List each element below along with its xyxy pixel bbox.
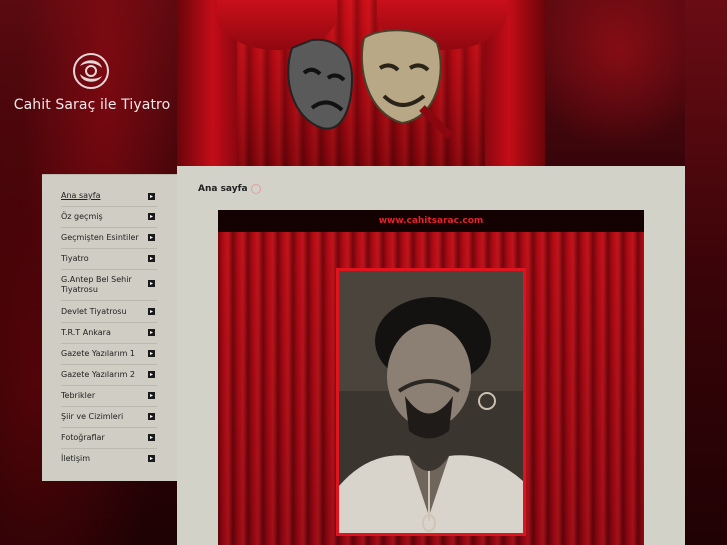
nav-item-iletisim[interactable]: İletişim xyxy=(61,454,157,464)
nav-item-label: Şiir ve Cizimleri xyxy=(61,412,124,421)
portrait-figure-icon xyxy=(339,271,523,533)
arrow-right-icon[interactable]: ▸ xyxy=(148,255,155,262)
nav-item-label: Fotoğraflar xyxy=(61,433,105,442)
nav-item-tebrikler[interactable]: Tebrikler xyxy=(61,391,157,401)
arrow-right-icon[interactable]: ▸ xyxy=(148,193,155,200)
hero-poster-image: www.cahitsarac.com xyxy=(218,210,644,545)
nav-item-tiyatro[interactable]: Tiyatro xyxy=(61,254,157,264)
nav-item-label: Devlet Tiyatrosu xyxy=(61,307,127,316)
background-right xyxy=(685,0,727,545)
arrow-right-icon[interactable]: ▸ xyxy=(148,392,155,399)
nav-item-label: Tebrikler xyxy=(61,391,96,400)
page-title: Ana sayfa xyxy=(198,184,248,194)
sidebar-nav: Ana sayfa ▸ Öz geçmiş ▸ Geçmişten Esinti… xyxy=(42,174,177,481)
arrow-right-icon[interactable]: ▸ xyxy=(148,308,155,315)
nav-item-label: Geçmişten Esintiler xyxy=(61,233,139,242)
nav-item-siir-ve-cizimleri[interactable]: Şiir ve Cizimleri xyxy=(61,412,157,422)
nav-item-gazete-yazilarim-1[interactable]: Gazete Yazılarım 1 xyxy=(61,349,157,359)
arrow-right-icon[interactable]: ▸ xyxy=(148,329,155,336)
nav-item-label: Gazete Yazılarım 2 xyxy=(61,370,135,379)
nav-item-devlet-tiyatrosu[interactable]: Devlet Tiyatrosu xyxy=(61,307,157,317)
arrow-right-icon[interactable]: ▸ xyxy=(148,413,155,420)
nav-divider xyxy=(61,248,157,249)
nav-item-label: Öz geçmiş xyxy=(61,212,103,221)
arrow-right-icon[interactable]: ▸ xyxy=(148,350,155,357)
nav-item-label: Gazete Yazılarım 1 xyxy=(61,349,135,358)
site-logo-icon[interactable] xyxy=(70,52,112,90)
nav-divider xyxy=(61,322,157,323)
arrow-right-icon[interactable]: ▸ xyxy=(148,280,155,287)
nav-item-label: T.R.T Ankara xyxy=(61,328,111,337)
nav-divider xyxy=(61,448,157,449)
main-content: Ana sayfa www.cahitsarac.com xyxy=(177,166,685,545)
header-banner xyxy=(177,0,545,166)
nav-item-label: Ana sayfa xyxy=(61,191,101,200)
nav-divider xyxy=(61,300,157,301)
nav-item-gazete-yazilarim-2[interactable]: Gazete Yazılarım 2 xyxy=(61,370,157,380)
theatre-masks-icon xyxy=(287,29,452,139)
arrow-right-icon[interactable]: ▸ xyxy=(148,234,155,241)
nav-item-fotograflar[interactable]: Fotoğraflar xyxy=(61,433,157,443)
arrow-right-icon[interactable]: ▸ xyxy=(148,455,155,462)
nav-divider xyxy=(61,406,157,407)
nav-item-ana-sayfa[interactable]: Ana sayfa xyxy=(61,191,157,201)
nav-item-oz-gecmis[interactable]: Öz geçmiş xyxy=(61,212,157,222)
site-title[interactable]: Cahit Saraç ile Tiyatro xyxy=(0,97,184,113)
nav-item-trt-ankara[interactable]: T.R.T Ankara xyxy=(61,328,157,338)
share-icon[interactable] xyxy=(251,184,261,194)
nav-divider xyxy=(61,427,157,428)
nav-item-label: Tiyatro xyxy=(61,254,89,263)
nav-divider xyxy=(61,269,157,270)
poster-url: www.cahitsarac.com xyxy=(378,216,484,226)
portrait-photo xyxy=(336,268,526,536)
arrow-right-icon[interactable]: ▸ xyxy=(148,434,155,441)
nav-item-label: İletişim xyxy=(61,454,91,463)
arrow-right-icon[interactable]: ▸ xyxy=(148,213,155,220)
nav-item-gecmisten-esintiler[interactable]: Geçmişten Esintiler xyxy=(61,233,157,243)
arrow-right-icon[interactable]: ▸ xyxy=(148,371,155,378)
nav-item-gantep-bel-sehir-tiyatrosu[interactable]: G.Antep Bel Sehir Tiyatrosu xyxy=(61,275,157,295)
nav-divider xyxy=(61,343,157,344)
nav-divider xyxy=(61,227,157,228)
nav-divider xyxy=(61,364,157,365)
nav-divider xyxy=(61,385,157,386)
nav-divider xyxy=(61,206,157,207)
nav-item-label: G.Antep Bel Sehir Tiyatrosu xyxy=(61,275,132,294)
